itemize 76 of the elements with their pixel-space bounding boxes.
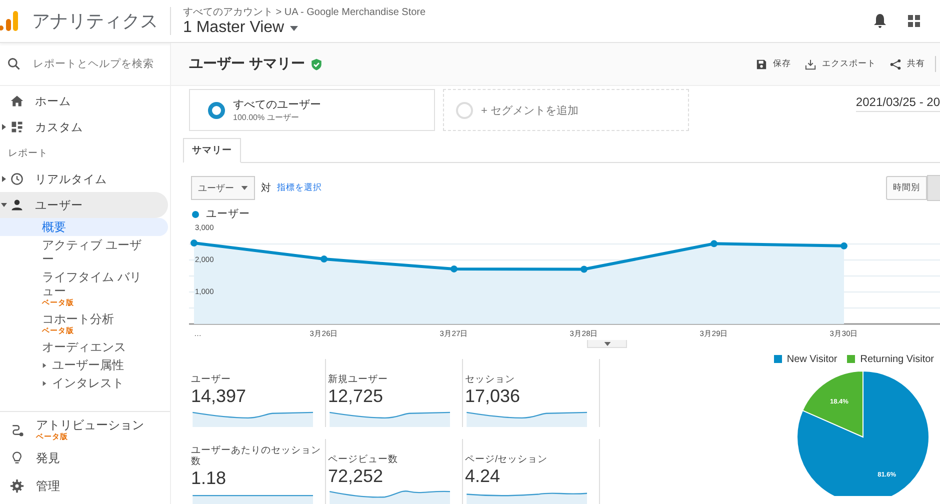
action-icon [756, 58, 767, 70]
data-point [580, 266, 588, 273]
view-selector[interactable]: 1 Master View [183, 19, 426, 37]
nav-subitem[interactable]: ユーザー属性 [0, 356, 168, 374]
nav-item[interactable]: リアルタイム [0, 166, 168, 192]
nav-icon [10, 423, 24, 437]
select-metric-link[interactable]: 指標を選択 [277, 182, 322, 194]
nav-icon [10, 479, 24, 493]
metric-value: 1.18 [191, 467, 228, 489]
legend-dot [192, 210, 199, 218]
date-range[interactable]: 2021/03/25 - 20 [856, 89, 940, 112]
nav-icon [10, 172, 24, 186]
ring-icon [456, 102, 473, 118]
granularity-button[interactable]: 時間別 [886, 176, 927, 200]
versus-label: 対 [261, 182, 271, 195]
bell-icon[interactable] [872, 13, 888, 29]
search-icon [7, 57, 21, 71]
search-field[interactable]: レポートとヘルプを検索 [31, 57, 165, 71]
nav-item[interactable]: ホーム [0, 88, 168, 114]
caret-icon [42, 362, 47, 368]
nav-subitem[interactable]: 概要 [0, 218, 168, 236]
nav-item[interactable]: 管理 [0, 472, 170, 500]
metric-dropdown[interactable]: ユーザー [191, 176, 255, 200]
nav-item[interactable]: 発見 [0, 444, 170, 472]
nav-item[interactable]: カスタム [0, 114, 168, 140]
segment-detail: 100.00% ユーザー [233, 112, 300, 123]
metric-label: 新規ユーザー [328, 374, 389, 385]
nav-subitem[interactable]: アクティブ ユーザー [0, 236, 168, 268]
action-icon [805, 58, 816, 70]
tab[interactable]: サマリー [183, 138, 241, 163]
data-point [320, 256, 328, 263]
metric-label: ユーザー [191, 374, 232, 385]
section-label: レポート [7, 146, 49, 160]
metric-value: 17,036 [465, 385, 522, 407]
nav-icon [10, 120, 24, 134]
toolbar-action[interactable]: エクスポート [803, 56, 878, 72]
caret-icon [1, 124, 7, 130]
metric-label: ユーザーあたりのセッション数 [191, 445, 322, 467]
metric-value: 4.24 [465, 465, 502, 487]
legend-label: Returning Visitor [860, 354, 934, 364]
report-title: ユーザー サマリー [189, 55, 305, 73]
metric-value: 72,252 [328, 465, 384, 487]
metric-label: セッション [465, 374, 516, 385]
caret-icon [241, 186, 248, 190]
caret-icon [1, 176, 7, 182]
caret-icon [42, 380, 47, 386]
nav-subitem[interactable]: オーディエンス [0, 338, 168, 356]
segment-name: すべてのユーザー [233, 98, 321, 112]
product-name: アナリティクス [32, 10, 158, 33]
metric-label: ページビュー数 [328, 454, 399, 465]
nav-subitem[interactable]: インタレスト [0, 374, 168, 392]
ring-icon [208, 102, 225, 118]
metric-value: 14,397 [191, 385, 248, 407]
metric-value: 12,725 [328, 385, 384, 407]
action-icon [890, 58, 901, 70]
data-point [190, 240, 198, 247]
data-point [840, 242, 848, 250]
nav-icon [10, 451, 24, 465]
nav-item[interactable]: ユーザー [0, 192, 168, 218]
nav-icon [10, 198, 24, 212]
legend-label: New Visitor [786, 354, 838, 364]
add-segment-button[interactable]: + セグメントを追加 [443, 89, 689, 131]
bar-chart-logo-icon [0, 10, 20, 32]
nav-icon [10, 94, 24, 108]
toolbar-action[interactable]: 共有 [888, 56, 927, 72]
metric-label: ページ/セッション [465, 454, 549, 465]
apps-grid-icon[interactable] [906, 13, 922, 29]
account-breadcrumb[interactable]: すべてのアカウント > UA - Google Merchandise Store [183, 5, 426, 19]
caret-icon [290, 26, 298, 30]
legend-label: ユーザー [206, 207, 250, 221]
data-point [450, 265, 458, 272]
collapse-tab[interactable] [587, 340, 627, 348]
caret-icon [1, 202, 7, 208]
caret-icon [604, 342, 610, 346]
toolbar-action[interactable]: 保存 [754, 56, 793, 72]
data-point [710, 240, 718, 248]
